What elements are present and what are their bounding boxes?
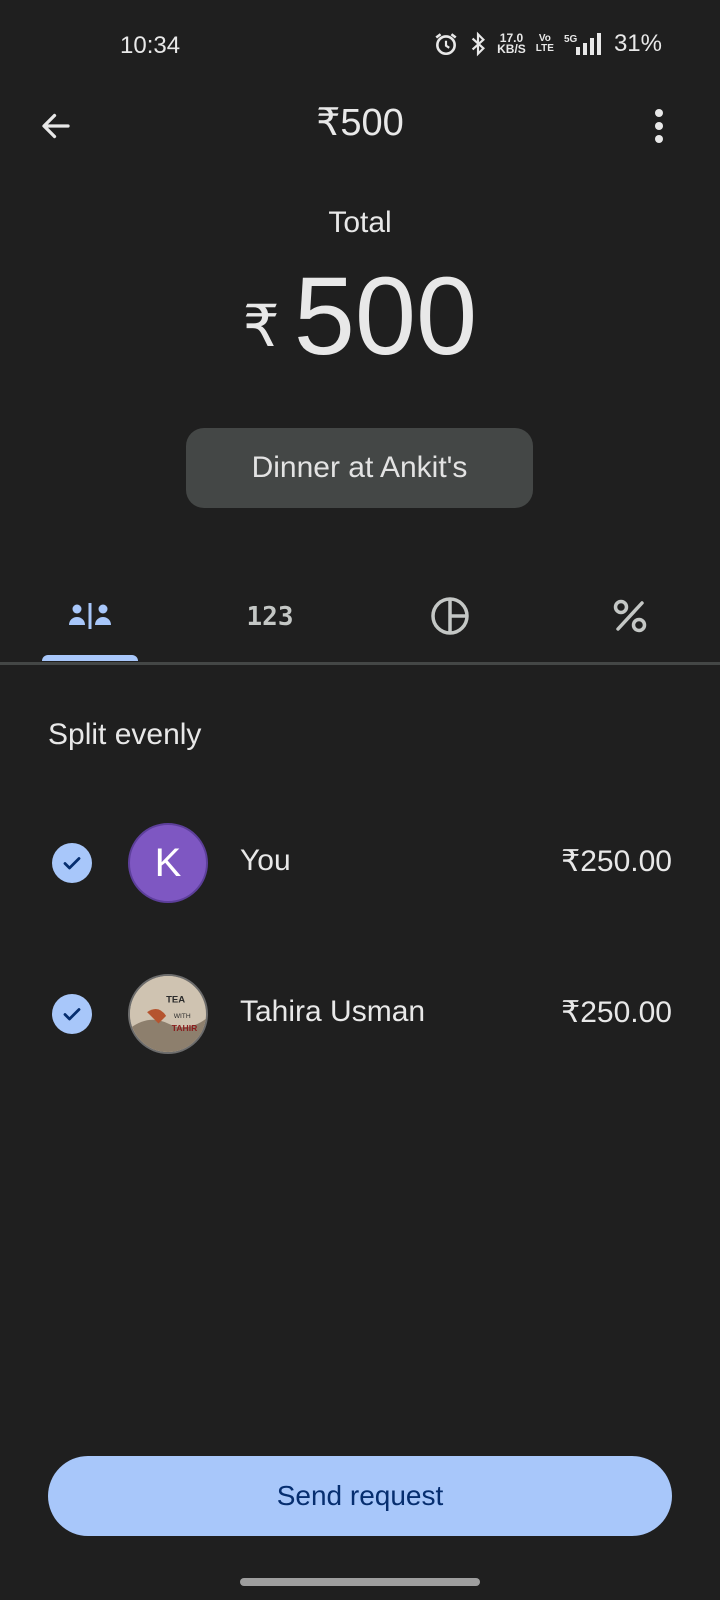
page-title: ₹500 — [316, 102, 404, 144]
avatar: K — [128, 823, 208, 903]
status-time: 10:34 — [120, 32, 181, 59]
tabs-divider — [0, 662, 720, 665]
total-amount-value: 500 — [293, 255, 478, 378]
profile-photo-image: TEA WITH TAHIR — [130, 976, 206, 1052]
participant-name: You — [240, 844, 291, 877]
participant-row[interactable]: TEA WITH TAHIR Tahira Usman ₹250.00 — [0, 969, 720, 1059]
participant-checkbox[interactable] — [52, 843, 92, 883]
volte-bottom: LTE — [535, 43, 554, 54]
participant-row[interactable]: K You ₹250.00 — [0, 818, 720, 908]
check-icon — [63, 857, 81, 870]
svg-text:WITH: WITH — [174, 1013, 191, 1020]
network-speed: 17.0 KB/S — [497, 32, 526, 56]
total-label: Total — [328, 206, 392, 239]
participant-checkbox[interactable] — [52, 994, 92, 1034]
note-chip[interactable]: Dinner at Ankit's — [186, 428, 533, 508]
status-bar: 10:34 17.0 KB/S Vo LTE 5G 31% — [0, 0, 720, 92]
more-options-button[interactable] — [644, 104, 674, 148]
alarm-icon — [433, 31, 459, 57]
pie-chart-icon — [431, 597, 469, 635]
svg-text:TEA: TEA — [166, 995, 185, 1006]
split-bill-screen: 10:34 17.0 KB/S Vo LTE 5G 31% ₹500 Total… — [0, 0, 720, 1600]
network-type-label: 5G — [564, 34, 578, 45]
volte-indicator: Vo LTE — [536, 34, 554, 54]
split-mode-tabs: 123 — [0, 568, 720, 666]
battery-percentage: 31% — [613, 30, 662, 57]
tab-by-percentage[interactable] — [540, 568, 720, 664]
top-app-bar: ₹500 — [0, 92, 720, 156]
tab-by-shares[interactable] — [360, 568, 540, 664]
percent-icon — [613, 599, 647, 633]
participant-amount: ₹250.00 — [561, 845, 672, 878]
gesture-navigation-bar[interactable] — [240, 1578, 480, 1586]
avatar-photo: TEA WITH TAHIR — [128, 974, 208, 1054]
send-request-button[interactable]: Send request — [48, 1456, 672, 1536]
status-icons: 17.0 KB/S Vo LTE 5G 31% — [433, 30, 662, 58]
people-split-icon — [69, 603, 111, 629]
participant-name: Tahira Usman — [240, 995, 426, 1028]
bluetooth-icon — [469, 31, 487, 57]
signal-5g-icon: 5G — [564, 31, 604, 57]
split-mode-title: Split evenly — [48, 718, 202, 751]
total-currency-symbol: ₹ — [242, 294, 280, 359]
svg-text:TAHIR: TAHIR — [172, 1023, 197, 1033]
more-vert-icon — [655, 109, 663, 143]
network-speed-unit: KB/S — [497, 42, 526, 56]
tab-exact-amounts[interactable]: 123 — [180, 568, 360, 664]
numbers-123-icon: 123 — [247, 602, 294, 630]
active-tab-indicator — [42, 655, 138, 661]
tab-exact-amounts-label: 123 — [247, 602, 294, 630]
participant-amount: ₹250.00 — [561, 996, 672, 1029]
check-icon — [63, 1008, 81, 1021]
total-amount: ₹ 500 — [0, 258, 720, 376]
tab-split-evenly[interactable] — [0, 568, 180, 664]
